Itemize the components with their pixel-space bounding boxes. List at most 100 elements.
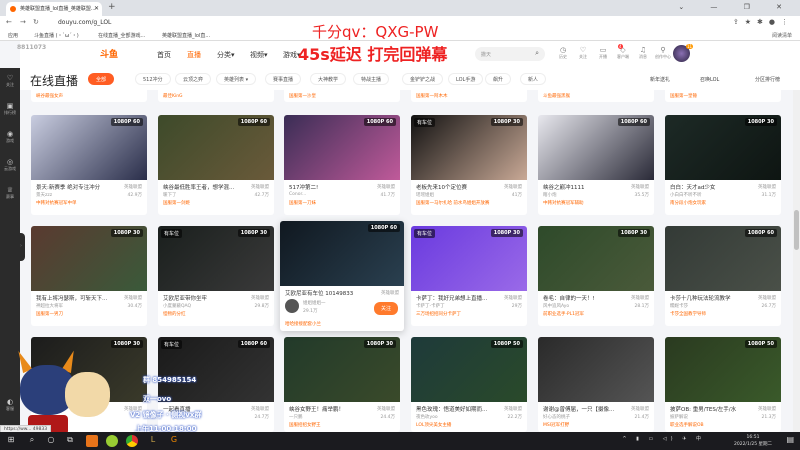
header-history-button[interactable]: ◷ 历史 bbox=[555, 46, 571, 60]
chrome-icon[interactable] bbox=[126, 435, 138, 447]
stream-thumbnail[interactable]: 1080P 60 bbox=[280, 221, 404, 286]
close-tab-icon[interactable]: ✕ bbox=[94, 5, 99, 12]
bookmark[interactable]: 斗鱼直播 (・`ω´・) bbox=[34, 32, 79, 39]
stream-card[interactable]: 1080P 60 517冲第二! 英雄联盟 Conor... 41.7万 国服第一刀妹 bbox=[284, 115, 400, 215]
reload-icon[interactable]: ↻ bbox=[33, 18, 39, 26]
stream-thumbnail[interactable]: 1080P 30 有车位 bbox=[411, 115, 527, 180]
stream-card[interactable]: 1080P 30 我有上将冯瑟斯，可斩天下... 英雄联盟 神超拉大将军 30.4万 国服… bbox=[31, 226, 147, 326]
back-icon[interactable]: ← bbox=[6, 18, 12, 26]
stream-thumbnail[interactable] bbox=[538, 337, 654, 402]
ime-indicator[interactable]: 中 bbox=[696, 436, 705, 442]
stream-thumbnail[interactable]: 1080P 60 bbox=[538, 115, 654, 180]
stream-card[interactable]: 1080P 50 披萨OB: 重男/TES/左手/水 英雄联盟 披萨解说 21.3万 职业… bbox=[665, 337, 781, 432]
header-camera-button[interactable]: ▭ 开播 bbox=[595, 46, 611, 60]
forward-icon[interactable]: → bbox=[20, 18, 26, 26]
filter-pill[interactable]: 特战主播 bbox=[353, 73, 390, 85]
header-creator-button[interactable]: ⚲ 创作中心 bbox=[655, 46, 671, 60]
scrollbar[interactable] bbox=[793, 90, 800, 432]
stream-card[interactable]: 1080P 30 峡谷女野王！痛举鹏！ 英雄联盟 一只鹏 24.4万 国服招招女野王 bbox=[284, 337, 400, 432]
system-tray[interactable]: ^ ▮ ▭ ◁) ✈ 中 bbox=[622, 435, 705, 442]
stream-thumbnail[interactable]: 1080P 50 bbox=[411, 337, 527, 402]
stream-thumbnail[interactable]: 1080P 60 bbox=[284, 115, 400, 180]
stream-thumbnail[interactable]: 1080P 30 bbox=[665, 115, 781, 180]
filter-pill[interactable]: 新人 bbox=[520, 73, 547, 85]
notification-icon[interactable]: ▤ bbox=[786, 435, 794, 444]
filter-pill[interactable]: 英雄列表 ▾ bbox=[216, 73, 257, 85]
app-g-icon[interactable]: G bbox=[168, 435, 180, 447]
stream-card[interactable]: 1080P 60 卡莎十几种玩法轮流教学 英雄联盟 糯妮卡莎 26.7万 卡莎全国教学导师 bbox=[665, 226, 781, 326]
stream-card[interactable]: 谢谢@曾傅届，一只【摄像... 英雄联盟 好心态的桃子 21.4万 MSI冠军打野 bbox=[538, 337, 654, 432]
sidebar-item[interactable]: ◎ 云游戏 bbox=[0, 158, 20, 172]
stream-card[interactable]: 1080P 60 峡谷最低胜率王者，想学混... 英雄联盟 暖下了 42.7万 国服第一剑… bbox=[158, 115, 274, 215]
card-partial[interactable]: 峡谷最强女声 bbox=[31, 90, 147, 102]
follow-button[interactable]: 关注 bbox=[373, 302, 398, 315]
nav-category[interactable]: 分类▾ bbox=[217, 50, 235, 60]
nav-video[interactable]: 视频▾ bbox=[250, 50, 268, 60]
stream-thumbnail[interactable]: 1080P 50 bbox=[665, 337, 781, 402]
filter-pill[interactable]: 512冲分 bbox=[135, 73, 171, 85]
stream-card[interactable]: 1080P 60 峡谷之巅冲1111 英雄联盟 瞎小炮 35.5万 中韩对抗赛冠军辅助 bbox=[538, 115, 654, 215]
windows-start-icon[interactable]: ⊞ bbox=[5, 435, 17, 447]
reading-list[interactable]: 阅读清单 bbox=[772, 32, 792, 39]
search-icon[interactable]: ⌕ bbox=[535, 49, 539, 58]
stream-thumbnail[interactable]: 1080P 60 bbox=[31, 115, 147, 180]
stream-card[interactable]: 1080P 50 黑色玫瑰：悟道美好如期而... 英雄联盟 夜色玫yoo 22.2万 LO… bbox=[411, 337, 527, 432]
filter-pill[interactable]: LOL手游 bbox=[448, 73, 484, 85]
stream-thumbnail[interactable]: 1080P 30 bbox=[31, 226, 147, 291]
stream-thumbnail[interactable]: 1080P 30 bbox=[538, 226, 654, 291]
stream-thumbnail[interactable]: 1080P 30 bbox=[284, 337, 400, 402]
search-input[interactable]: 撒天 ⌕ bbox=[475, 47, 545, 61]
card-partial[interactable]: 最佳KinG bbox=[158, 90, 274, 102]
sidebar-item[interactable]: ▣ 排行榜 bbox=[0, 102, 20, 116]
window-controls[interactable]: ⌄ — ❐ ✕ bbox=[678, 3, 794, 11]
stream-card[interactable]: 1080P 60 景天:新赛季 绝对专注冲分 英雄联盟 景天zzz 42.9万 中韩对抗赛… bbox=[31, 115, 147, 215]
streamer-avatar[interactable] bbox=[285, 299, 299, 313]
header-client-button[interactable]: ◇ 客户端 bbox=[615, 46, 631, 60]
header-heart-button[interactable]: ♡ 关注 bbox=[575, 46, 591, 60]
stream-card[interactable]: 1080P 30 卷毛：自律的一天！! 英雄联盟 风中追风Ayo 28.1万 前职业选手·… bbox=[538, 226, 654, 326]
stream-thumbnail[interactable]: 1080P 30 有车位 bbox=[158, 226, 274, 291]
stream-thumbnail[interactable]: 1080P 60 有车位 bbox=[158, 337, 274, 402]
extension-icons[interactable]: ⇪★✱●⋮ bbox=[733, 18, 794, 26]
app-icon[interactable] bbox=[106, 435, 118, 447]
url-input[interactable]: douyu.com/g_LOL bbox=[58, 19, 111, 26]
sidebar-item[interactable]: ♕ 赛事 bbox=[0, 186, 20, 200]
stream-thumbnail[interactable]: 1080P 60 bbox=[665, 226, 781, 291]
task-view-icon[interactable]: ⧉ bbox=[64, 435, 76, 447]
card-partial[interactable]: 国服第一阿木木 bbox=[411, 90, 527, 102]
sidebar-item[interactable]: ♡ 关注 bbox=[0, 74, 20, 88]
nav-home[interactable]: 首页 bbox=[157, 50, 171, 60]
filter-pill[interactable]: 飙升 bbox=[485, 73, 512, 85]
stream-card[interactable]: 1080P 60 艾欧尼亚有车位 10149833 英雄联盟 姐姐姐姐一 29.1万 关注… bbox=[280, 221, 404, 331]
sidebar-item[interactable]: ◉ 游戏 bbox=[0, 130, 20, 144]
stream-thumbnail[interactable]: 1080P 60 bbox=[158, 115, 274, 180]
filter-pill[interactable]: 云顶之弈 bbox=[175, 73, 212, 85]
search-icon[interactable]: ⌕ bbox=[26, 435, 38, 447]
stream-card[interactable]: 1080P 30 有车位 艾欧尼亚带你坐牢 英雄联盟 小度蒙蔽QAQ 29.8万 怪物的分红 bbox=[158, 226, 274, 326]
stream-card[interactable]: 1080P 30 有车位 老板先来10个定位赛 英雄联盟 瑶瑶姐姐 41万 国服第一马尔扎哈… bbox=[411, 115, 527, 215]
card-partial[interactable]: 国服第一皇锤 bbox=[665, 90, 781, 102]
bookmark[interactable]: 应用 bbox=[8, 32, 18, 39]
filter-pill[interactable]: 全部 bbox=[88, 73, 115, 85]
ranking-link[interactable]: 分区排行榜 bbox=[755, 76, 780, 83]
cortana-icon[interactable]: ○ bbox=[45, 435, 57, 447]
filter-pill[interactable]: 赛事直播 bbox=[265, 73, 302, 85]
new-tab-button[interactable]: + bbox=[108, 2, 116, 12]
lol-client-icon[interactable]: L bbox=[147, 435, 159, 447]
card-partial[interactable]: 斗鱼最强黑猴 bbox=[538, 90, 654, 102]
sidebar-toggle[interactable]: › bbox=[20, 233, 25, 261]
stream-thumbnail[interactable]: 1080P 30 有车位 bbox=[411, 226, 527, 291]
scrollbar-thumb[interactable] bbox=[794, 210, 799, 250]
stream-card[interactable]: 1080P 30 白白：天才ad少女 英雄联盟 小白白不听不听 31.1万 南分段小炮女玩… bbox=[665, 115, 781, 215]
stream-card[interactable]: 1080P 30 有车位 卡萨丁：我好兄弟想上直播... 英雄联盟 卡萨丁-卡萨丁 29万… bbox=[411, 226, 527, 326]
header-bell-button[interactable]: ♫ 消息 bbox=[635, 46, 651, 60]
summon-lol-link[interactable]: 召唤LOL bbox=[700, 76, 719, 83]
app-icon[interactable] bbox=[86, 435, 98, 447]
card-partial[interactable]: 国服第一沙皇 bbox=[284, 90, 400, 102]
bookmark[interactable]: 英雄联盟直播_lol直... bbox=[162, 32, 210, 39]
filter-pill[interactable]: 金铲铲之战 bbox=[402, 73, 444, 85]
nav-live[interactable]: 直播 bbox=[187, 50, 201, 60]
new-year-gift-link[interactable]: 新年送礼 bbox=[650, 76, 670, 83]
browser-tab[interactable]: 英雄联盟直播_lol直播_英雄联盟... ✕ bbox=[6, 2, 102, 16]
filter-pill[interactable]: 大神教学 bbox=[310, 73, 347, 85]
